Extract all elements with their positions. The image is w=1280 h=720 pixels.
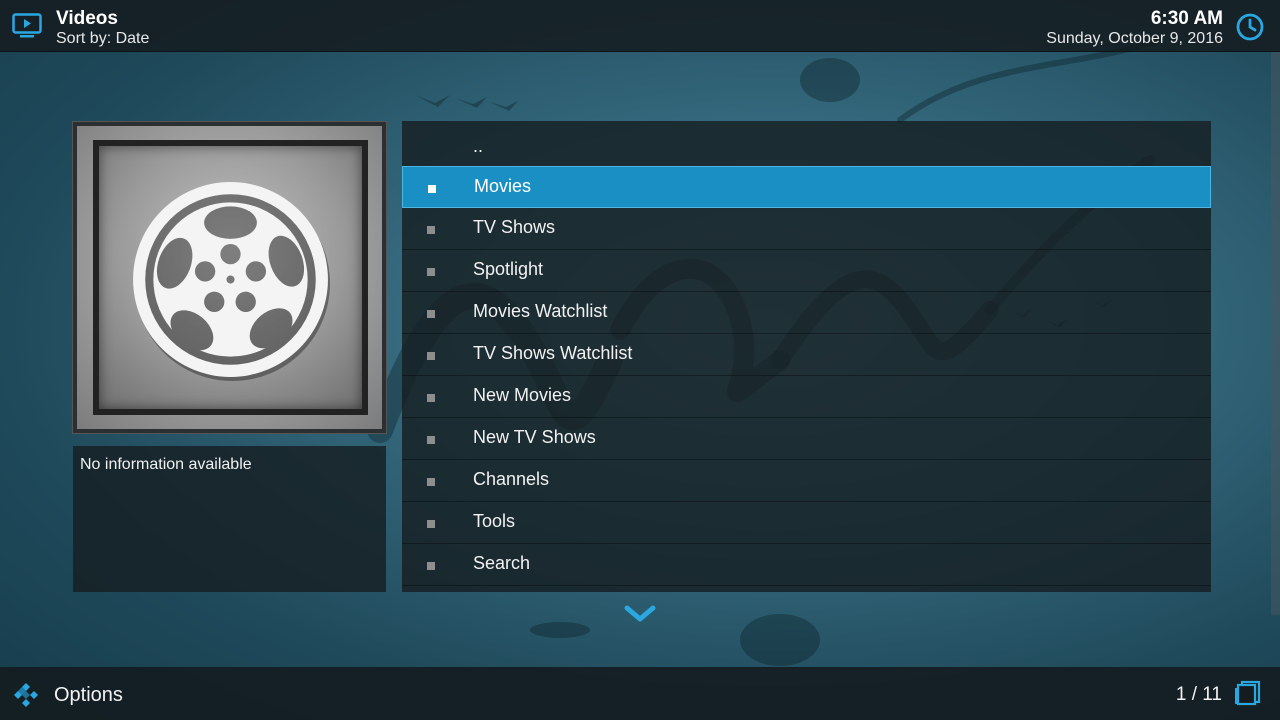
bullet-icon (427, 352, 435, 360)
list-item-tv-shows-watchlist[interactable]: TV Shows Watchlist (402, 334, 1211, 376)
list-item-tools[interactable]: Tools (402, 502, 1211, 544)
tv-icon (12, 13, 42, 38)
list-item-label: Channels (473, 469, 550, 489)
thumbnail-square (93, 140, 368, 415)
bullet-icon (427, 268, 435, 276)
clock-icon (1236, 13, 1264, 41)
clock-date: Sunday, October 9, 2016 (1046, 30, 1223, 47)
list-item-label: Spotlight (473, 259, 544, 279)
options-icon[interactable] (12, 681, 40, 709)
list-item-label: TV Shows (473, 217, 556, 237)
chevron-down-icon[interactable] (624, 604, 656, 624)
page-title: Videos (56, 8, 118, 29)
list-item-parent[interactable]: .. (402, 127, 1211, 169)
bullet-icon (427, 520, 435, 528)
info-panel: No information available (73, 446, 386, 592)
list-item-search[interactable]: Search (402, 544, 1211, 586)
list-item-new-movies[interactable]: New Movies (402, 376, 1211, 418)
options-button[interactable]: Options (54, 684, 123, 707)
bullet-icon (427, 562, 435, 570)
film-reel-icon (129, 178, 332, 381)
list-item-tv-shows[interactable]: TV Shows (402, 208, 1211, 250)
list-item-spotlight[interactable]: Spotlight (402, 250, 1211, 292)
bullet-icon (427, 436, 435, 444)
menu-list: .. Movies TV Shows Spotlight Movies Watc… (402, 121, 1211, 592)
sort-label: Sort by: Date (56, 30, 150, 47)
pages-icon (1235, 680, 1261, 706)
list-item-channels[interactable]: Channels (402, 460, 1211, 502)
page-count: 1 / 11 (1175, 684, 1222, 705)
info-text: No information available (80, 456, 252, 473)
list-item-label: Movies (474, 176, 532, 196)
bullet-icon (427, 478, 435, 486)
list-item-new-tv-shows[interactable]: New TV Shows (402, 418, 1211, 460)
item-thumbnail (72, 121, 387, 434)
bottom-bar (0, 667, 1280, 720)
list-item-label: New Movies (473, 385, 572, 405)
bullet-icon (427, 310, 435, 318)
thumbnail-backdrop (77, 126, 382, 429)
scrollbar-thumb[interactable] (1271, 52, 1280, 615)
bullet-icon (427, 394, 435, 402)
list-item-label: Movies Watchlist (473, 301, 608, 321)
list-item-label: .. (473, 136, 484, 156)
list-item-label: New TV Shows (473, 427, 596, 447)
list-item-label: TV Shows Watchlist (473, 343, 633, 363)
bullet-icon (428, 185, 436, 193)
bullet-icon (427, 226, 435, 234)
list-item-label: Tools (473, 511, 516, 531)
clock-time: 6:30 AM (1150, 8, 1223, 29)
list-item-movies-watchlist[interactable]: Movies Watchlist (402, 292, 1211, 334)
list-item-movies[interactable]: Movies (402, 166, 1211, 208)
list-item-label: Search (473, 553, 531, 573)
